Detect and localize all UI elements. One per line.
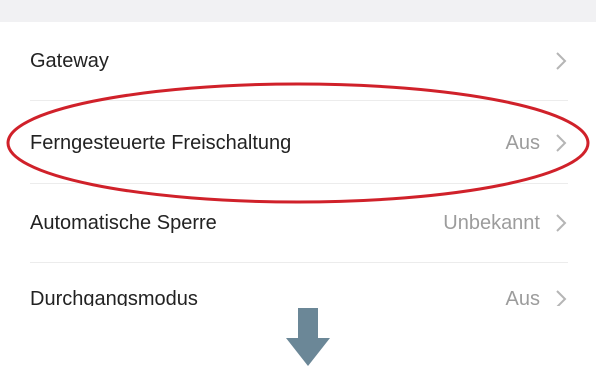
settings-row-gateway[interactable]: Gateway xyxy=(30,22,568,100)
header-band xyxy=(0,0,596,22)
arrow-down-icon xyxy=(286,308,330,366)
chevron-right-icon xyxy=(556,134,567,152)
settings-row-remote-unlock[interactable]: Ferngesteuerte Freischaltung Aus xyxy=(30,104,568,182)
settings-row-label: Ferngesteuerte Freischaltung xyxy=(30,131,292,154)
chevron-right-icon xyxy=(556,290,567,306)
chevron-right-icon xyxy=(556,52,567,70)
settings-row-value: Unbekannt xyxy=(443,211,540,234)
settings-row-label: Gateway xyxy=(30,49,109,72)
divider xyxy=(30,262,568,263)
settings-row-auto-lock[interactable]: Automatische Sperre Unbekannt xyxy=(30,184,568,262)
settings-row-clip: Durchgangsmodus Aus xyxy=(0,288,596,306)
chevron-right-icon xyxy=(556,214,567,232)
settings-row-label: Automatische Sperre xyxy=(30,211,217,234)
divider xyxy=(30,100,568,101)
settings-row-value: Aus xyxy=(505,131,540,154)
settings-row-label: Durchgangsmodus xyxy=(30,288,198,306)
settings-row-passage-mode[interactable]: Durchgangsmodus Aus xyxy=(30,288,568,306)
settings-row-value: Aus xyxy=(505,288,540,306)
